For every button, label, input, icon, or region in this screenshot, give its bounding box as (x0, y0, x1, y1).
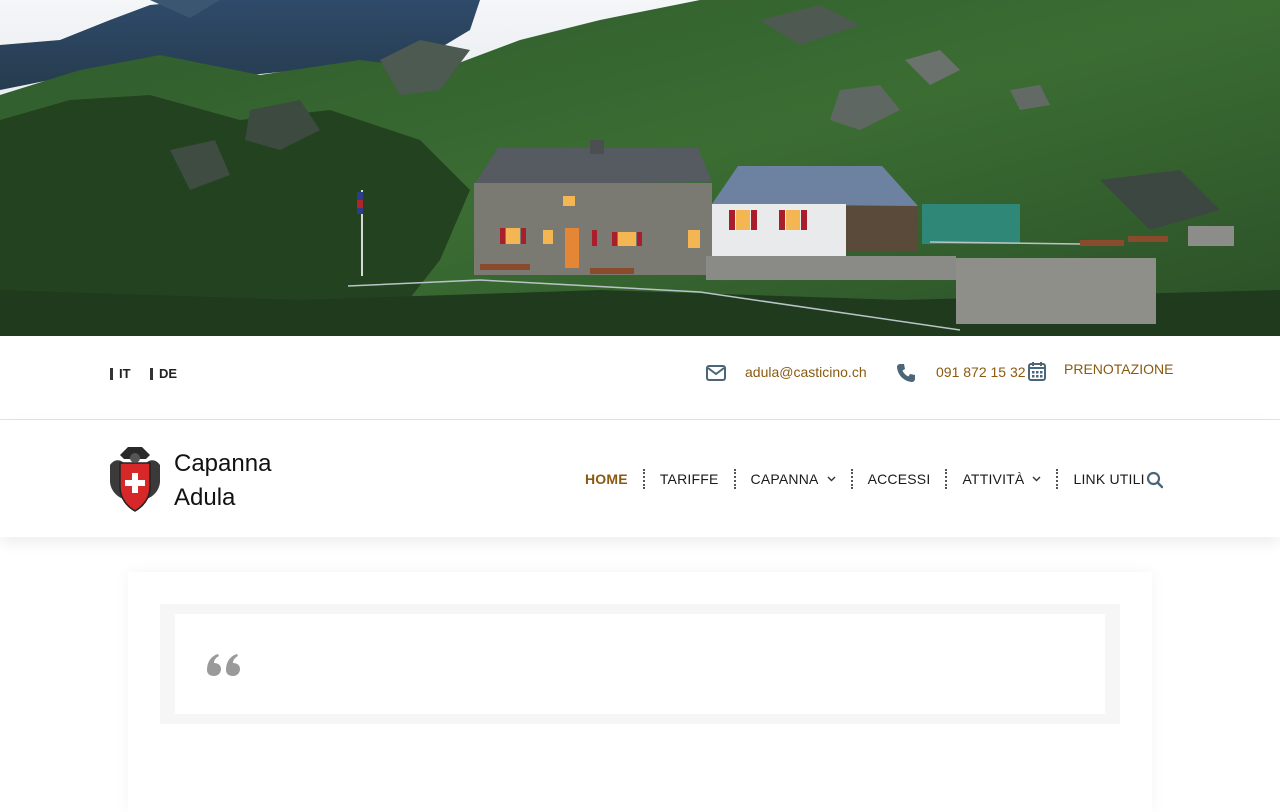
content-card (128, 572, 1152, 812)
nav-capanna[interactable]: CAPANNA (736, 469, 851, 489)
nav-accessi-label: ACCESSI (867, 470, 931, 487)
language-de-link[interactable]: DE (150, 366, 177, 381)
chevron-down-icon (1032, 476, 1041, 481)
main-navigation: HOME TARIFFE CAPANNA ACCESSI ATTIVITÀ LI… (570, 420, 1160, 537)
mountain-hut-photo (0, 0, 1280, 336)
testimonial-box (175, 614, 1105, 714)
language-it-link[interactable]: IT (110, 366, 131, 381)
hero-image (0, 0, 1280, 336)
logo-line-1: Capanna (174, 450, 272, 477)
main-header: Capanna Adula HOME TARIFFE CAPANNA ACCES… (0, 420, 1280, 537)
nav-tariffe[interactable]: TARIFFE (645, 469, 734, 489)
top-info-bar: IT DE adula@casticino.ch 091 872 15 32 P… (0, 336, 1280, 420)
nav-attivita[interactable]: ATTIVITÀ (947, 469, 1056, 489)
calendar-icon (1028, 362, 1046, 381)
nav-link-utili[interactable]: LINK UTILI (1058, 469, 1159, 489)
site-logo-text[interactable]: Capanna Adula (174, 447, 271, 515)
nav-accessi[interactable]: ACCESSI (853, 469, 946, 489)
language-marker (150, 367, 153, 380)
logo-line-2: Adula (174, 484, 236, 511)
phone-icon (897, 364, 915, 382)
email-link[interactable]: adula@casticino.ch (745, 364, 867, 380)
envelope-icon (706, 365, 726, 381)
phone-link[interactable]: 091 872 15 32 (936, 364, 1026, 380)
language-marker (110, 367, 113, 380)
nav-home[interactable]: HOME (570, 469, 643, 489)
nav-capanna-label: CAPANNA (750, 470, 819, 487)
chevron-down-icon (827, 476, 836, 481)
search-icon[interactable] (1146, 471, 1164, 489)
language-de-label: DE (159, 366, 178, 381)
cas-emblem-icon[interactable] (106, 445, 164, 513)
nav-tariffe-label: TARIFFE (659, 470, 719, 487)
testimonial-frame (160, 604, 1120, 724)
nav-attivita-label: ATTIVITÀ (962, 470, 1025, 487)
language-it-label: IT (119, 366, 131, 381)
nav-link-utili-label: LINK UTILI (1073, 470, 1145, 487)
quote-icon (207, 654, 240, 676)
nav-home-label: HOME (585, 470, 628, 487)
booking-link[interactable]: PRENOTAZIONE (1064, 361, 1173, 377)
